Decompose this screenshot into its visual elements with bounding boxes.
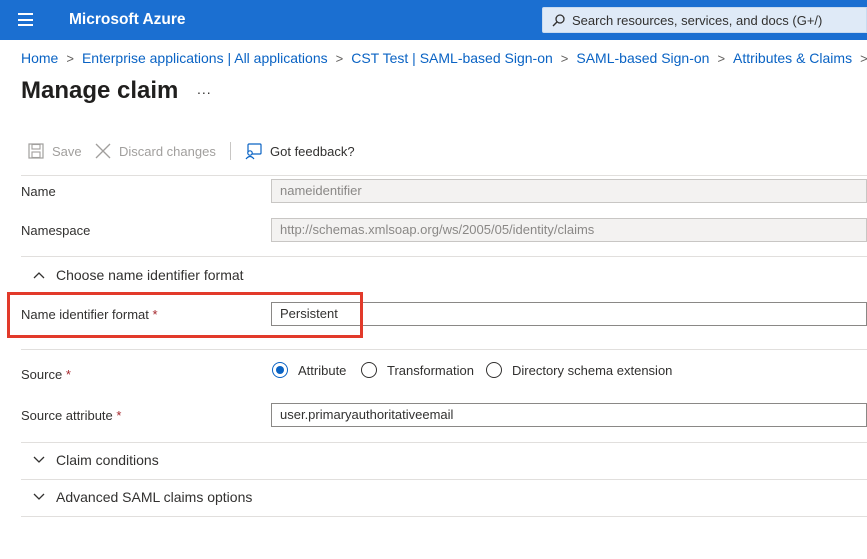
divider [21, 349, 867, 350]
namespace-field: http://schemas.xmlsoap.org/ws/2005/05/id… [271, 218, 867, 242]
top-navigation-bar: Microsoft Azure Search resources, servic… [0, 0, 867, 40]
radio-unchecked-icon [486, 362, 502, 378]
radio-unchecked-icon [361, 362, 377, 378]
save-icon [28, 143, 44, 159]
breadcrumb: Home > Enterprise applications | All appli… [21, 50, 867, 66]
page-title: Manage claim [21, 77, 179, 104]
source-attribute-label-text: Source attribute [21, 408, 113, 423]
source-radio-directory-schema-extension[interactable]: Directory schema extension [486, 362, 672, 378]
breadcrumb-cst-test[interactable]: CST Test | SAML-based Sign-on [351, 50, 553, 66]
highlight-box [7, 292, 363, 338]
breadcrumb-separator: > [335, 51, 344, 66]
close-icon [95, 143, 111, 159]
more-options-icon[interactable]: ... [197, 81, 212, 97]
breadcrumb-attributes-claims[interactable]: Attributes & Claims [733, 50, 852, 66]
source-option-label: Attribute [298, 362, 347, 378]
divider [21, 479, 867, 480]
source-option-label: Directory schema extension [512, 362, 673, 378]
source-label: Source * [21, 367, 71, 382]
chevron-up-icon [33, 272, 45, 279]
search-box[interactable]: Search resources, services, and docs (G+… [542, 7, 867, 33]
claim-conditions-section-label: Claim conditions [56, 452, 159, 468]
discard-changes-label: Discard changes [119, 143, 216, 159]
choose-format-section-toggle[interactable]: Choose name identifier format [33, 267, 244, 283]
source-attribute-dropdown[interactable]: user.primaryauthoritativeemail [271, 403, 867, 427]
breadcrumb-separator: > [860, 51, 867, 66]
save-label: Save [52, 143, 82, 159]
divider [21, 442, 867, 443]
source-radio-attribute[interactable]: Attribute [272, 362, 346, 378]
feedback-icon [245, 142, 262, 159]
brand-title[interactable]: Microsoft Azure [69, 11, 186, 29]
breadcrumb-separator: > [66, 51, 74, 66]
source-label-text: Source [21, 367, 63, 382]
name-field: nameidentifier [271, 179, 867, 203]
feedback-label: Got feedback? [270, 143, 355, 159]
claim-conditions-section-toggle[interactable]: Claim conditions [33, 452, 159, 468]
divider [21, 175, 867, 176]
choose-format-section-label: Choose name identifier format [56, 267, 244, 283]
discard-changes-button[interactable]: Discard changes [95, 138, 216, 164]
breadcrumb-home[interactable]: Home [21, 50, 58, 66]
divider [21, 256, 867, 257]
advanced-saml-section-label: Advanced SAML claims options [56, 489, 253, 505]
breadcrumb-separator: > [717, 51, 726, 66]
radio-checked-icon [272, 362, 288, 378]
chevron-down-icon [33, 456, 45, 463]
chevron-down-icon [33, 493, 45, 500]
search-icon [552, 14, 565, 27]
search-input[interactable]: Search resources, services, and docs (G+… [572, 13, 822, 28]
breadcrumb-enterprise-apps[interactable]: Enterprise applications | All applicatio… [82, 50, 328, 66]
source-attribute-label: Source attribute * [21, 408, 121, 423]
menu-icon[interactable] [18, 13, 33, 26]
required-marker: * [65, 367, 71, 382]
save-button[interactable]: Save [28, 138, 82, 164]
source-option-label: Transformation [387, 362, 474, 378]
advanced-saml-section-toggle[interactable]: Advanced SAML claims options [33, 489, 252, 505]
breadcrumb-saml-sign-on[interactable]: SAML-based Sign-on [576, 50, 709, 66]
required-marker: * [116, 408, 122, 423]
source-radio-transformation[interactable]: Transformation [361, 362, 474, 378]
breadcrumb-separator: > [560, 51, 569, 66]
toolbar-divider [230, 142, 231, 160]
namespace-label: Namespace [21, 223, 91, 238]
name-label: Name [21, 184, 56, 199]
divider [21, 516, 867, 517]
feedback-button[interactable]: Got feedback? [245, 138, 355, 164]
